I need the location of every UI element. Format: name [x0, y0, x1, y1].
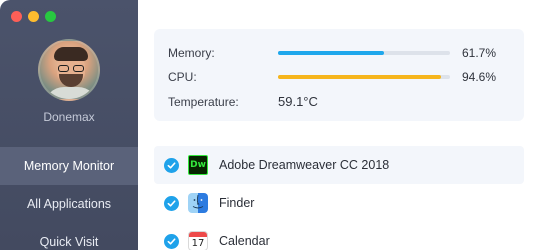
checkbox-checked[interactable]: [164, 157, 179, 173]
cpu-stat-row: CPU: 94.6%: [168, 70, 496, 84]
temperature-stat-row: Temperature: 59.1°C: [168, 94, 318, 109]
temperature-value: 59.1°C: [278, 94, 318, 109]
sidebar-item-all-applications[interactable]: All Applications: [0, 185, 138, 223]
app-name: Calendar: [219, 234, 270, 248]
username: Donemax: [43, 110, 95, 124]
cpu-bar-fill: [278, 75, 441, 79]
checkmark-icon: [167, 199, 176, 207]
memory-label: Memory:: [168, 46, 215, 60]
maximize-window-button[interactable]: [45, 11, 56, 22]
close-window-button[interactable]: [11, 11, 22, 22]
checkmark-icon: [167, 161, 176, 169]
sidebar-item-memory-monitor[interactable]: Memory Monitor: [0, 147, 138, 185]
checkbox-checked[interactable]: [164, 233, 179, 249]
memory-bar-fill: [278, 51, 385, 55]
minimize-window-button[interactable]: [28, 11, 39, 22]
memory-bar: [278, 51, 450, 55]
list-item[interactable]: Dw Adobe Dreamweaver CC 2018: [154, 146, 524, 184]
cpu-value: 94.6%: [462, 70, 497, 84]
main-panel: Memory: 61.7% CPU: 94.6% Temperature: 59…: [138, 0, 540, 250]
temperature-label: Temperature:: [168, 94, 239, 109]
sidebar-item-quick-visit[interactable]: Quick Visit: [0, 223, 138, 250]
app-window: Donemax Memory Monitor All Applications …: [0, 0, 540, 250]
calendar-icon: 17: [188, 231, 208, 250]
avatar: [38, 39, 100, 101]
calendar-icon-date: 17: [191, 238, 205, 249]
system-stats-panel: Memory: 61.7% CPU: 94.6% Temperature: 59…: [154, 29, 524, 121]
app-name: Adobe Dreamweaver CC 2018: [219, 158, 390, 172]
sidebar: Donemax Memory Monitor All Applications …: [0, 0, 138, 250]
cpu-label: CPU:: [168, 70, 197, 84]
checkmark-icon: [167, 237, 176, 245]
app-name: Finder: [219, 196, 255, 210]
list-item[interactable]: Finder: [154, 184, 524, 222]
finder-icon: [188, 193, 208, 213]
window-controls: [11, 11, 56, 22]
memory-stat-row: Memory: 61.7%: [168, 46, 496, 60]
cpu-bar: [278, 75, 450, 79]
app-list: Dw Adobe Dreamweaver CC 2018 Finder 17 C…: [154, 146, 524, 250]
dreamweaver-icon: Dw: [188, 155, 208, 175]
list-item[interactable]: 17 Calendar: [154, 222, 524, 250]
sidebar-nav: Memory Monitor All Applications Quick Vi…: [0, 147, 138, 250]
checkbox-checked[interactable]: [164, 195, 179, 211]
memory-value: 61.7%: [462, 46, 497, 60]
